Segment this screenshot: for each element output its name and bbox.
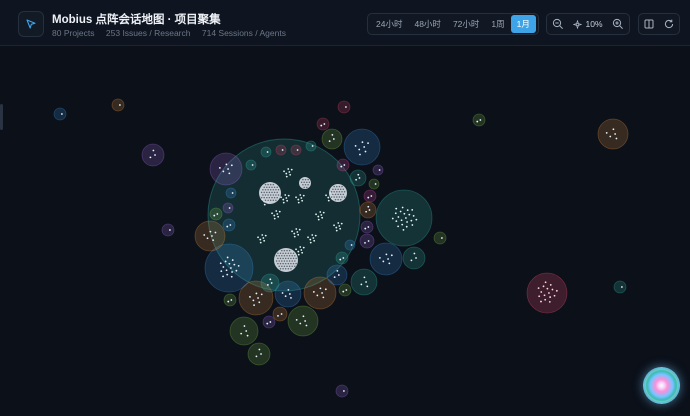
cluster-34[interactable] [305,140,317,152]
cluster-12[interactable] [350,268,378,296]
cluster-39[interactable] [337,100,351,114]
cluster-43[interactable] [161,223,175,237]
assistant-orb-icon[interactable] [643,367,680,404]
cluster-19[interactable] [349,169,367,187]
cluster-35[interactable] [290,144,302,156]
tab-72h[interactable]: 72小时 [447,15,485,33]
cluster-30[interactable] [335,251,349,265]
cluster-red[interactable] [526,272,568,314]
cluster-8[interactable] [343,128,381,166]
cluster-31[interactable] [344,239,356,251]
cluster-0[interactable] [209,152,243,186]
cluster-11[interactable] [402,246,426,270]
tab-1month[interactable]: 1月 [510,15,536,33]
cluster-teal-right[interactable] [375,189,433,247]
cluster-1[interactable] [194,220,226,252]
tab-24h[interactable]: 24小时 [370,15,408,33]
page-title: Mobius 点阵会话地图 · 项目聚集 [52,14,221,26]
cluster-21[interactable] [260,273,280,293]
cluster-14[interactable] [141,143,165,167]
tab-1week[interactable]: 1周 [485,15,510,33]
cluster-7[interactable] [247,342,271,366]
cluster-45[interactable] [613,280,627,294]
cluster-18[interactable] [360,220,374,234]
tab-48h[interactable]: 48小时 [408,15,446,33]
zoom-in-icon[interactable] [612,18,624,30]
zoom-level-display: 10% [573,19,603,29]
cluster-10[interactable] [369,242,403,276]
projects-count: 80 Projects [52,28,95,38]
compass-icon [573,19,583,29]
issues-count: 253 Issues / Research [105,28,191,38]
view-tools [638,13,680,35]
cluster-27[interactable] [222,202,234,214]
cluster-17[interactable] [359,233,375,249]
cluster-4[interactable] [287,305,319,337]
cluster-9[interactable] [321,128,343,150]
time-range-selector: 24小时 48小时 72小时 1周 1月 [367,13,539,35]
cluster-29[interactable] [338,283,352,297]
cluster-48[interactable] [368,178,380,190]
cluster-22[interactable] [262,315,276,329]
cluster-26[interactable] [222,218,236,232]
cluster-38[interactable] [245,159,257,171]
cluster-36[interactable] [275,144,287,156]
cluster-37[interactable] [260,146,272,158]
cluster-41[interactable] [53,107,67,121]
cluster-25[interactable] [209,207,223,221]
cluster-44[interactable] [433,231,447,245]
app-button[interactable] [18,11,44,37]
cluster-6[interactable] [229,316,259,346]
cluster-map[interactable] [0,46,690,416]
cluster-28[interactable] [225,187,237,199]
zoom-level: 10% [585,19,603,29]
cluster-15[interactable] [597,118,629,150]
cluster-32[interactable] [336,158,350,172]
cluster-42[interactable] [472,113,486,127]
cursor-arrow-icon [26,19,36,29]
stats-line: 80 Projects 253 Issues / Research 714 Se… [52,28,295,38]
refresh-icon[interactable] [663,18,675,30]
top-bar: Mobius 点阵会话地图 · 项目聚集 80 Projects 253 Iss… [0,0,690,46]
cluster-23[interactable] [223,293,237,307]
cluster-13[interactable] [326,264,348,286]
sessions-count: 714 Sessions / Agents [201,28,286,38]
zoom-control: 10% [546,13,630,35]
cluster-20[interactable] [363,189,377,203]
cluster-40[interactable] [111,98,125,112]
cluster-46[interactable] [335,384,349,398]
cluster-24[interactable] [272,306,288,322]
cluster-16[interactable] [359,201,377,219]
cluster-33[interactable] [316,117,330,131]
zoom-out-icon[interactable] [552,18,564,30]
columns-icon[interactable] [643,18,655,30]
cluster-47[interactable] [372,164,384,176]
